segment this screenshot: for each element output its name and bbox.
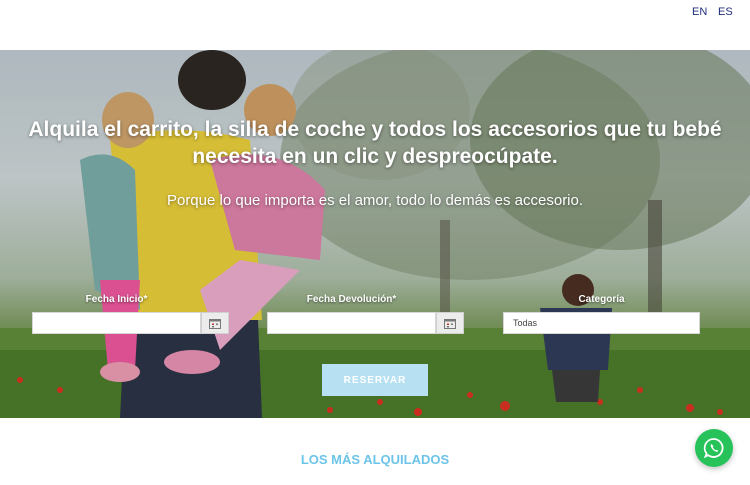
- hero-banner: Alquila el carrito, la silla de coche y …: [0, 50, 750, 418]
- whatsapp-icon: [703, 438, 724, 459]
- most-rented-section-title: LOS MÁS ALQUILADOS: [300, 452, 450, 467]
- hero-subheadline: Porque lo que importa es el amor, todo l…: [166, 192, 584, 209]
- language-en-link[interactable]: EN: [692, 6, 707, 18]
- hero-background-image: [0, 50, 750, 418]
- return-date-calendar-button[interactable]: [436, 312, 464, 334]
- return-date-label: Fecha Devolución*: [306, 294, 397, 305]
- reserve-button[interactable]: RESERVAR: [322, 364, 428, 396]
- category-label: Categoría: [578, 294, 625, 305]
- return-date-input[interactable]: [267, 312, 436, 334]
- whatsapp-button[interactable]: [695, 429, 733, 467]
- start-date-input[interactable]: [32, 312, 201, 334]
- start-date-label: Fecha Inicio*: [85, 294, 148, 305]
- category-select[interactable]: Todas: [503, 312, 700, 334]
- language-es-link[interactable]: ES: [718, 6, 733, 18]
- start-date-calendar-button[interactable]: [201, 312, 229, 334]
- calendar-icon: [209, 318, 221, 329]
- top-bar: EN ES: [0, 0, 750, 50]
- hero-headline: Alquila el carrito, la silla de coche y …: [28, 118, 722, 168]
- calendar-icon: [444, 318, 456, 329]
